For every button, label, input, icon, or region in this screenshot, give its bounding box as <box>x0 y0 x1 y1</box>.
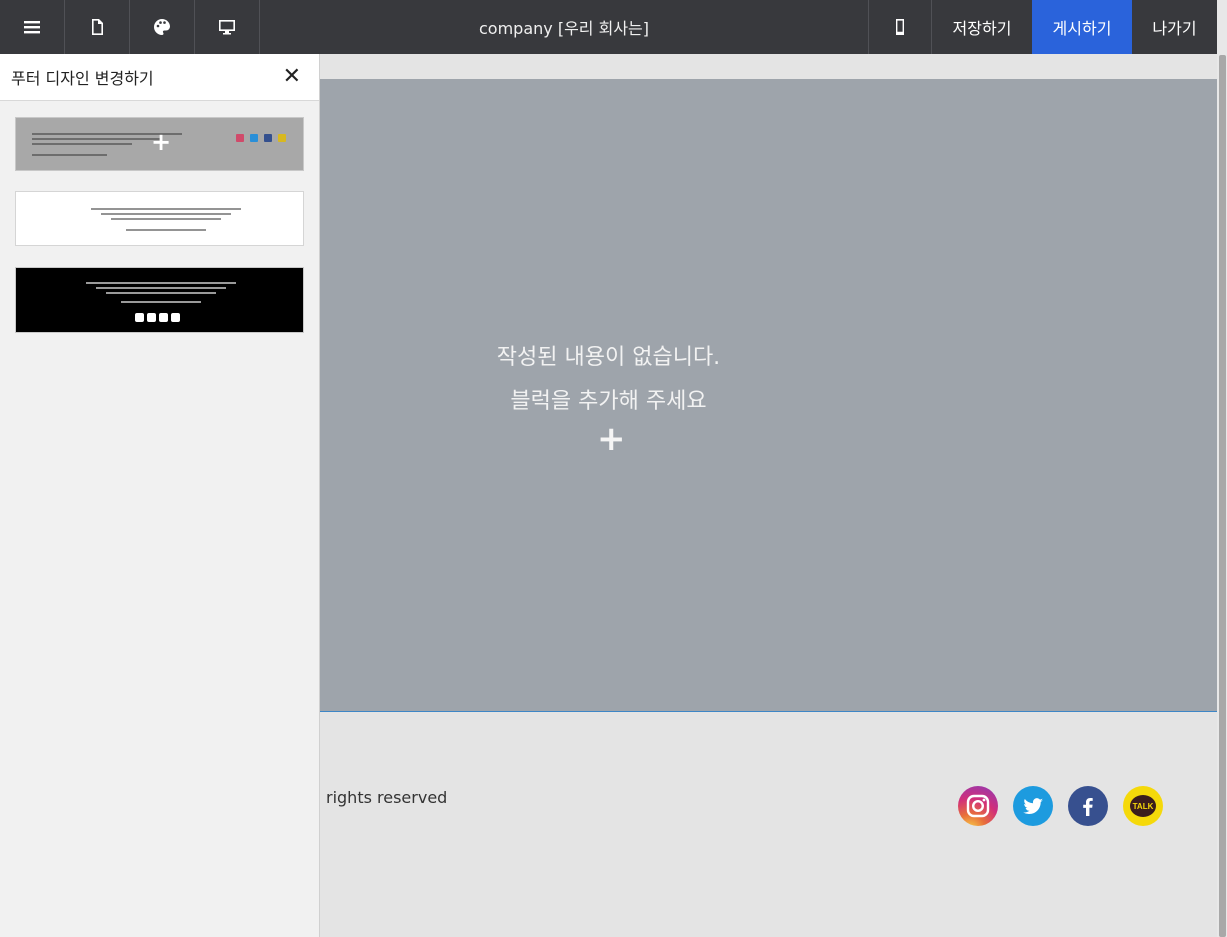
twitter-icon[interactable] <box>1013 786 1053 826</box>
mini-text-line <box>32 138 162 140</box>
white-footer-template[interactable] <box>15 191 304 246</box>
footer-design-panel: 푸터 디자인 변경하기 ✕ + <box>0 54 320 937</box>
mini-facebook-icon <box>264 134 272 142</box>
publish-button[interactable]: 게시하기 <box>1032 0 1132 54</box>
mobile-view-button[interactable] <box>868 0 932 54</box>
black-footer-template[interactable] <box>15 267 304 333</box>
mini-social-icons <box>135 313 180 322</box>
mobile-icon <box>896 19 904 35</box>
canvas-top-strip <box>320 54 1217 79</box>
empty-content-block: 작성된 내용이 없습니다. 블럭을 추가해 주세요 + <box>320 79 1217 712</box>
mini-text-line <box>32 154 107 156</box>
panel-title: 푸터 디자인 변경하기 <box>11 69 154 88</box>
mini-kakaotalk-icon <box>171 313 180 322</box>
add-template-icon[interactable]: + <box>151 130 171 154</box>
hamburger-icon <box>24 21 40 34</box>
save-button[interactable]: 저장하기 <box>932 0 1032 54</box>
palette-icon <box>154 19 170 35</box>
facebook-icon[interactable] <box>1068 786 1108 826</box>
exit-button[interactable]: 나가기 <box>1132 0 1217 54</box>
mini-instagram-icon <box>135 313 144 322</box>
facebook-glyph <box>1083 798 1093 816</box>
instagram-glyph <box>966 794 990 818</box>
mini-text-line <box>101 213 231 215</box>
mini-text-line <box>111 218 221 220</box>
page-button[interactable] <box>65 0 130 54</box>
mini-text-line <box>121 301 201 303</box>
page-scrollbar[interactable] <box>1217 0 1227 937</box>
mini-text-line <box>86 282 236 284</box>
empty-message: 작성된 내용이 없습니다. <box>496 345 721 370</box>
footer-preview: rights reserved TALK <box>320 713 1217 937</box>
close-icon[interactable]: ✕ <box>283 66 301 88</box>
mini-twitter-icon <box>147 313 156 322</box>
add-block-button[interactable]: + <box>597 422 626 456</box>
kakaotalk-icon[interactable]: TALK <box>1123 786 1163 826</box>
mini-text-line <box>106 292 216 294</box>
desktop-view-button[interactable] <box>195 0 260 54</box>
panel-header: 푸터 디자인 변경하기 ✕ <box>0 54 319 101</box>
mini-text-line <box>96 287 226 289</box>
copyright-text: rights reserved <box>326 788 448 807</box>
instagram-icon[interactable] <box>958 786 998 826</box>
design-button[interactable] <box>130 0 195 54</box>
mini-twitter-icon <box>250 134 258 142</box>
twitter-glyph <box>1023 798 1043 815</box>
gray-footer-template[interactable]: + <box>15 117 304 171</box>
mini-instagram-icon <box>236 134 244 142</box>
kakaotalk-label: TALK <box>1130 795 1156 817</box>
desktop-icon <box>219 20 235 35</box>
add-block-hint: 블럭을 추가해 주세요 <box>510 389 707 414</box>
site-title: company [우리 회사는] <box>479 19 649 38</box>
page-icon <box>92 19 103 35</box>
menu-button[interactable] <box>0 0 65 54</box>
mini-text-line <box>91 208 241 210</box>
top-toolbar: company [우리 회사는] 저장하기 게시하기 나가기 <box>0 0 1217 54</box>
mini-kakaotalk-icon <box>278 134 286 142</box>
mini-text-line <box>32 143 132 145</box>
mini-facebook-icon <box>159 313 168 322</box>
scrollbar-thumb[interactable] <box>1219 55 1226 937</box>
mini-text-line <box>126 229 206 231</box>
